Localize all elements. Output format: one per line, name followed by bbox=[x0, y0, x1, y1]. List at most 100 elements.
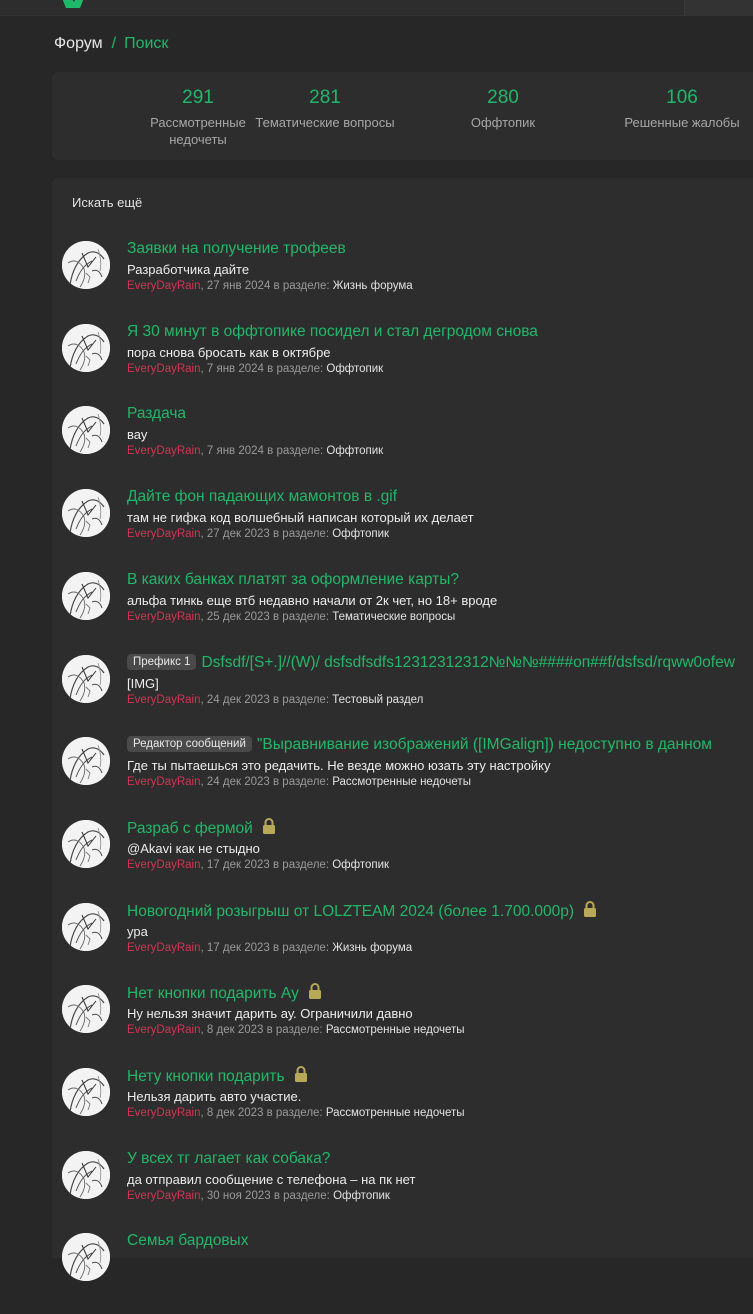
main-menu[interactable] bbox=[130, 0, 470, 2]
thread-title-link[interactable]: Разраб с фермой bbox=[127, 818, 276, 839]
site-logo-icon[interactable] bbox=[56, 0, 90, 10]
search-result-item[interactable]: Нет кнопки подарить Ау Ну нельзя значит … bbox=[52, 983, 753, 1066]
author-link[interactable]: EveryDayRain bbox=[127, 528, 201, 540]
forum-link[interactable]: Тематические вопросы bbox=[332, 611, 455, 623]
avatar[interactable] bbox=[62, 406, 110, 454]
search-result-item[interactable]: Префикс 1 Dsfsdf/[S+.]//(W)/ dsfsdfsdfs12… bbox=[52, 653, 753, 736]
post-meta: EveryDayRain, 17 дек 2023 в разделе: Жиз… bbox=[127, 941, 412, 956]
thread-title-link[interactable]: Редактор сообщений "Выравнивание изображе… bbox=[127, 735, 712, 755]
thread-title-link[interactable]: Я 30 минут в оффтопике посидел и стал де… bbox=[127, 322, 538, 342]
forum-link[interactable]: Рассмотренные недочеты bbox=[332, 776, 471, 788]
search-result-item[interactable]: Я 30 минут в оффтопике посидел и стал де… bbox=[52, 322, 753, 405]
post-meta: EveryDayRain, 25 дек 2023 в разделе: Тем… bbox=[127, 610, 455, 625]
thread-title-link[interactable]: Нет кнопки подарить Ау bbox=[127, 983, 322, 1004]
thread-title-text: Заявки на получение трофеев bbox=[127, 240, 346, 257]
stat-resolved-complaints[interactable]: 106 Решенные жалобы bbox=[597, 86, 753, 131]
thread-prefix-badge[interactable]: Префикс 1 bbox=[127, 654, 197, 670]
thread-title-text: Раздача bbox=[127, 405, 187, 422]
thread-title-text: Разраб с фермой bbox=[127, 820, 253, 837]
thread-prefix-badge[interactable]: Редактор сообщений bbox=[127, 736, 252, 752]
section-label: в разделе: bbox=[273, 611, 330, 623]
stat-value: 106 bbox=[666, 87, 698, 108]
avatar[interactable] bbox=[62, 985, 110, 1033]
search-result-item[interactable]: Семья бардовых bbox=[52, 1231, 753, 1314]
forum-link[interactable]: Жизнь форума bbox=[332, 942, 412, 954]
thread-title-link[interactable]: В каких банках платят за оформление карт… bbox=[127, 570, 459, 590]
section-label: в разделе: bbox=[273, 859, 330, 871]
section-label: в разделе: bbox=[273, 942, 330, 954]
forum-link[interactable]: Оффтопик bbox=[326, 363, 383, 375]
search-results-panel: Искать ещё Заявки на получение трофеев Р… bbox=[52, 178, 753, 1281]
thread-title-link[interactable]: Новогодний розыгрыш от LOLZTEAM 2024 (бо… bbox=[127, 901, 597, 922]
author-link[interactable]: EveryDayRain bbox=[127, 776, 201, 788]
search-result-item[interactable]: Разраб с фермой @Akavi как не стыдно Eve… bbox=[52, 818, 753, 901]
avatar[interactable] bbox=[62, 1233, 110, 1281]
post-date: , 8 дек 2023 bbox=[200, 1107, 264, 1119]
author-link[interactable]: EveryDayRain bbox=[127, 859, 201, 871]
post-snippet: Ну нельзя значит дарить ау. Ограничили д… bbox=[127, 1006, 413, 1021]
user-avatar-image bbox=[62, 406, 110, 454]
avatar[interactable] bbox=[62, 655, 110, 703]
search-result-item[interactable]: Нету кнопки подарить Нельзя дарить авто … bbox=[52, 1066, 753, 1149]
section-label: в разделе: bbox=[266, 1107, 323, 1119]
author-link[interactable]: EveryDayRain bbox=[127, 942, 201, 954]
user-avatar-image bbox=[62, 985, 110, 1033]
stat-value: 281 bbox=[309, 87, 341, 108]
avatar[interactable] bbox=[62, 489, 110, 537]
thread-title-link[interactable]: Нету кнопки подарить bbox=[127, 1066, 308, 1087]
section-label: в разделе: bbox=[273, 528, 330, 540]
post-meta: EveryDayRain, 24 дек 2023 в разделе: Рас… bbox=[127, 775, 471, 790]
avatar[interactable] bbox=[62, 241, 110, 289]
search-result-item[interactable]: У всех тг лагает как собака? да отправил… bbox=[52, 1149, 753, 1232]
stat-topical-questions[interactable]: 281 Тематические вопросы bbox=[240, 86, 410, 131]
search-result-item[interactable]: Раздача вау EveryDayRain, 7 янв 2024 в р… bbox=[52, 404, 753, 487]
author-link[interactable]: EveryDayRain bbox=[127, 1190, 201, 1202]
forum-link[interactable]: Жизнь форума bbox=[333, 280, 413, 292]
author-link[interactable]: EveryDayRain bbox=[127, 363, 201, 375]
thread-title-link[interactable]: Заявки на получение трофеев bbox=[127, 239, 346, 259]
thread-title-link[interactable]: Раздача bbox=[127, 404, 186, 424]
stat-label: Тематические вопросы bbox=[255, 115, 395, 130]
user-avatar-image bbox=[62, 820, 110, 868]
post-meta: EveryDayRain, 17 дек 2023 в разделе: Офф… bbox=[127, 858, 389, 873]
avatar[interactable] bbox=[62, 572, 110, 620]
thread-title-link[interactable]: Дайте фон падающих мамонтов в .gif bbox=[127, 487, 397, 507]
post-meta: EveryDayRain, 7 янв 2024 в разделе: Оффт… bbox=[127, 362, 383, 377]
thread-title-link[interactable]: Семья бардовых bbox=[127, 1231, 248, 1251]
breadcrumb-search-link[interactable]: Поиск bbox=[124, 35, 168, 52]
avatar[interactable] bbox=[62, 820, 110, 868]
thread-title-link[interactable]: Префикс 1 Dsfsdf/[S+.]//(W)/ dsfsdfsdfs12… bbox=[127, 653, 735, 673]
avatar[interactable] bbox=[62, 1151, 110, 1199]
author-link[interactable]: EveryDayRain bbox=[127, 1024, 201, 1036]
forum-link[interactable]: Оффтопик bbox=[332, 859, 389, 871]
search-result-item[interactable]: Редактор сообщений "Выравнивание изображе… bbox=[52, 735, 753, 818]
forum-link[interactable]: Рассмотренные недочеты bbox=[326, 1024, 465, 1036]
forum-link[interactable]: Рассмотренные недочеты bbox=[326, 1107, 465, 1119]
post-date: , 7 янв 2024 bbox=[200, 445, 264, 457]
author-link[interactable]: EveryDayRain bbox=[127, 445, 201, 457]
avatar[interactable] bbox=[62, 324, 110, 372]
author-link[interactable]: EveryDayRain bbox=[127, 694, 201, 706]
post-date: , 30 ноя 2023 bbox=[200, 1190, 271, 1202]
thread-title-link[interactable]: У всех тг лагает как собака? bbox=[127, 1149, 330, 1169]
forum-link[interactable]: Оффтопик bbox=[333, 1190, 390, 1202]
user-avatar-image bbox=[62, 241, 110, 289]
breadcrumb-forum-link[interactable]: Форум bbox=[54, 35, 103, 52]
lock-icon bbox=[584, 901, 597, 917]
search-result-item[interactable]: Заявки на получение трофеев Разработчика… bbox=[52, 239, 753, 322]
search-result-item[interactable]: В каких банках платят за оформление карт… bbox=[52, 570, 753, 653]
forum-link[interactable]: Оффтопик bbox=[332, 528, 389, 540]
search-result-item[interactable]: Дайте фон падающих мамонтов в .gif там н… bbox=[52, 487, 753, 570]
avatar[interactable] bbox=[62, 737, 110, 785]
forum-link[interactable]: Оффтопик bbox=[326, 445, 383, 457]
stat-offtopic[interactable]: 280 Оффтопик bbox=[418, 86, 588, 131]
avatar[interactable] bbox=[62, 903, 110, 951]
avatar[interactable] bbox=[62, 1068, 110, 1116]
search-more-link[interactable]: Искать ещё bbox=[72, 195, 142, 210]
header-search-button[interactable] bbox=[684, 0, 753, 16]
author-link[interactable]: EveryDayRain bbox=[127, 280, 201, 292]
author-link[interactable]: EveryDayRain bbox=[127, 1107, 201, 1119]
author-link[interactable]: EveryDayRain bbox=[127, 611, 201, 623]
search-result-item[interactable]: Новогодний розыгрыш от LOLZTEAM 2024 (бо… bbox=[52, 901, 753, 984]
forum-link[interactable]: Тестовый раздел bbox=[332, 694, 423, 706]
